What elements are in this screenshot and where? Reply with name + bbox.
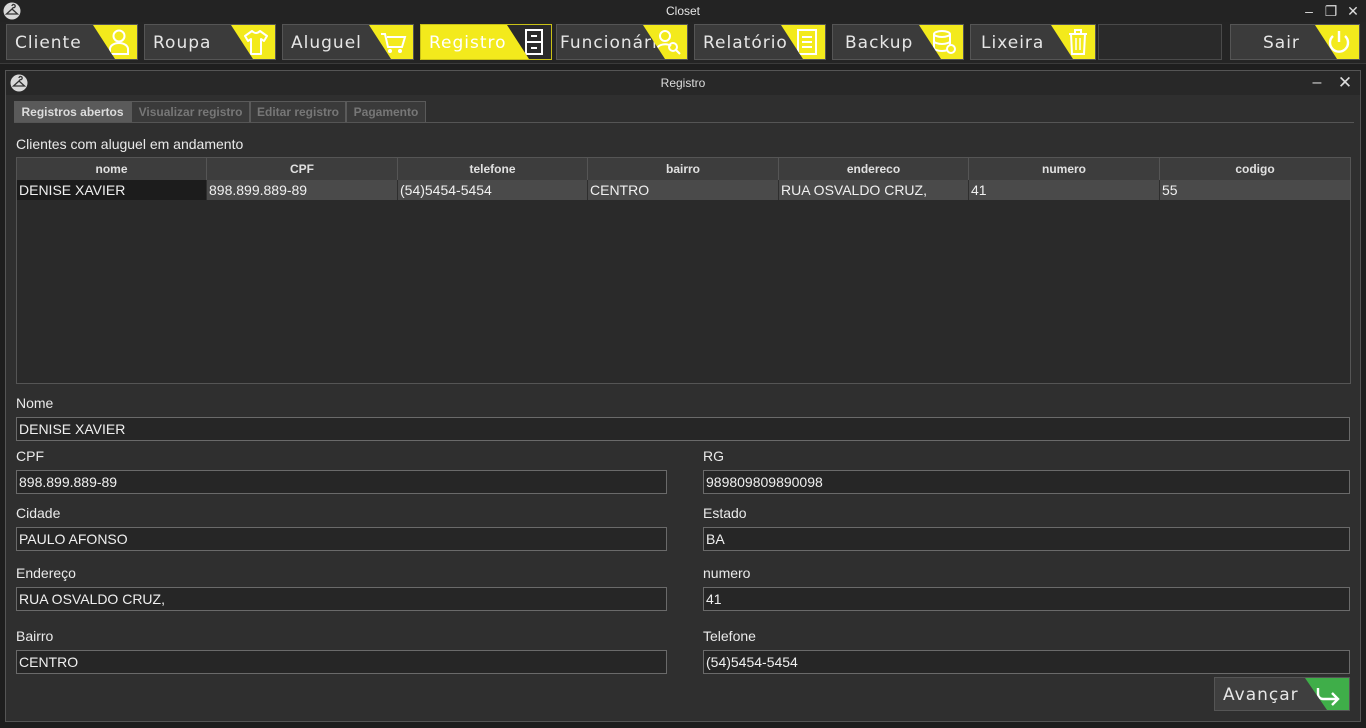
nome-label: Nome: [16, 395, 54, 411]
frame-title: Registro: [660, 76, 706, 90]
trash-icon: [1069, 29, 1087, 55]
numero-field[interactable]: 41: [703, 587, 1350, 611]
relatorio-label: Relatório: [703, 33, 788, 53]
sair-label: Sair: [1263, 33, 1300, 53]
main-toolbar: Cliente Roupa Aluguel Registro Funcionár…: [0, 22, 1366, 64]
tab-visualizar-registro[interactable]: Visualizar registro: [131, 101, 250, 123]
window-title: Closet: [665, 4, 700, 18]
cell-cpf[interactable]: 898.899.889-89: [207, 180, 398, 200]
cell-bairro[interactable]: CENTRO: [588, 180, 779, 200]
report-icon: [797, 29, 817, 55]
nome-field[interactable]: DENISE XAVIER: [16, 417, 1350, 441]
cpf-label: CPF: [16, 448, 44, 464]
roupa-label: Roupa: [153, 33, 212, 53]
cidade-field[interactable]: PAULO AFONSO: [16, 527, 667, 551]
column-header-telefone[interactable]: telefone: [398, 158, 588, 180]
user-icon: [109, 29, 129, 55]
database-icon: [933, 30, 956, 54]
lixeira-label: Lixeira: [981, 33, 1045, 53]
column-header-cpf[interactable]: CPF: [207, 158, 398, 180]
column-header-nome[interactable]: nome: [17, 158, 207, 180]
tab-editar-registro[interactable]: Editar registro: [250, 101, 346, 123]
estado-field[interactable]: BA: [703, 527, 1350, 551]
relatorio-button[interactable]: Relatório: [694, 24, 826, 60]
column-header-bairro[interactable]: bairro: [588, 158, 779, 180]
numero-label: numero: [703, 565, 751, 581]
forward-arrow-icon: [1316, 688, 1340, 706]
close-button[interactable]: ✕: [1342, 0, 1364, 22]
cell-endereco[interactable]: RUA OSVALDO CRUZ,: [779, 180, 969, 200]
cell-telefone[interactable]: (54)5454-5454: [398, 180, 588, 200]
cart-icon: [381, 33, 407, 53]
cpf-field[interactable]: 898.899.889-89: [16, 470, 667, 494]
cliente-label: Cliente: [15, 33, 82, 53]
column-header-numero[interactable]: numero: [969, 158, 1160, 180]
backup-label: Backup: [845, 33, 914, 53]
registro-button[interactable]: Registro: [420, 24, 552, 60]
lixeira-button[interactable]: Lixeira: [970, 24, 1096, 60]
cabinet-icon: [525, 29, 543, 55]
clientes-table: nome CPF telefone bairro endereco numero…: [16, 157, 1351, 384]
bairro-field[interactable]: CENTRO: [16, 650, 667, 674]
table-row[interactable]: DENISE XAVIER 898.899.889-89 (54)5454-54…: [17, 180, 1350, 200]
column-header-codigo[interactable]: codigo: [1160, 158, 1350, 180]
aluguel-label: Aluguel: [291, 33, 362, 53]
cell-codigo[interactable]: 55: [1160, 180, 1350, 200]
aluguel-button[interactable]: Aluguel: [282, 24, 414, 60]
endereco-label: Endereço: [16, 565, 76, 581]
rg-field[interactable]: 989809809890098: [703, 470, 1350, 494]
cliente-button[interactable]: Cliente: [6, 24, 138, 60]
frame-close-button[interactable]: ✕: [1334, 72, 1356, 94]
window-titlebar: Closet – ❐ ✕: [0, 0, 1366, 22]
shirt-icon: [244, 30, 268, 55]
frame-titlebar: Registro – ✕: [6, 71, 1360, 95]
table-caption: Clientes com aluguel em andamento: [16, 136, 244, 152]
tab-registros-abertos[interactable]: Registros abertos: [14, 101, 131, 123]
power-icon: [1328, 31, 1350, 53]
cell-nome[interactable]: DENISE XAVIER: [17, 180, 207, 200]
sair-button[interactable]: Sair: [1230, 24, 1360, 60]
toolbar-spacer: [1098, 24, 1222, 60]
frame-minimize-button[interactable]: –: [1306, 72, 1328, 94]
tab-pagamento[interactable]: Pagamento: [346, 101, 426, 123]
column-header-endereco[interactable]: endereco: [779, 158, 969, 180]
telefone-label: Telefone: [703, 628, 756, 644]
cell-numero[interactable]: 41: [969, 180, 1160, 200]
roupa-button[interactable]: Roupa: [144, 24, 276, 60]
estado-label: Estado: [703, 505, 747, 521]
bairro-label: Bairro: [16, 628, 54, 644]
maximize-button[interactable]: ❐: [1320, 0, 1342, 22]
registro-label: Registro: [429, 33, 507, 53]
registro-frame: Registro – ✕ Registros abertos Visualiza…: [5, 70, 1361, 722]
avancar-button[interactable]: Avançar: [1214, 677, 1350, 711]
endereco-field[interactable]: RUA OSVALDO CRUZ,: [16, 587, 667, 611]
rg-label: RG: [703, 448, 724, 464]
telefone-field[interactable]: (54)5454-5454: [703, 650, 1350, 674]
tab-panel-border: [14, 122, 1354, 123]
funcionario-button[interactable]: Funcionário: [556, 24, 688, 60]
backup-button[interactable]: Backup: [832, 24, 964, 60]
table-header: nome CPF telefone bairro endereco numero…: [17, 158, 1350, 180]
cidade-label: Cidade: [16, 505, 61, 521]
avancar-label: Avançar: [1223, 685, 1299, 705]
minimize-button[interactable]: –: [1298, 0, 1320, 22]
